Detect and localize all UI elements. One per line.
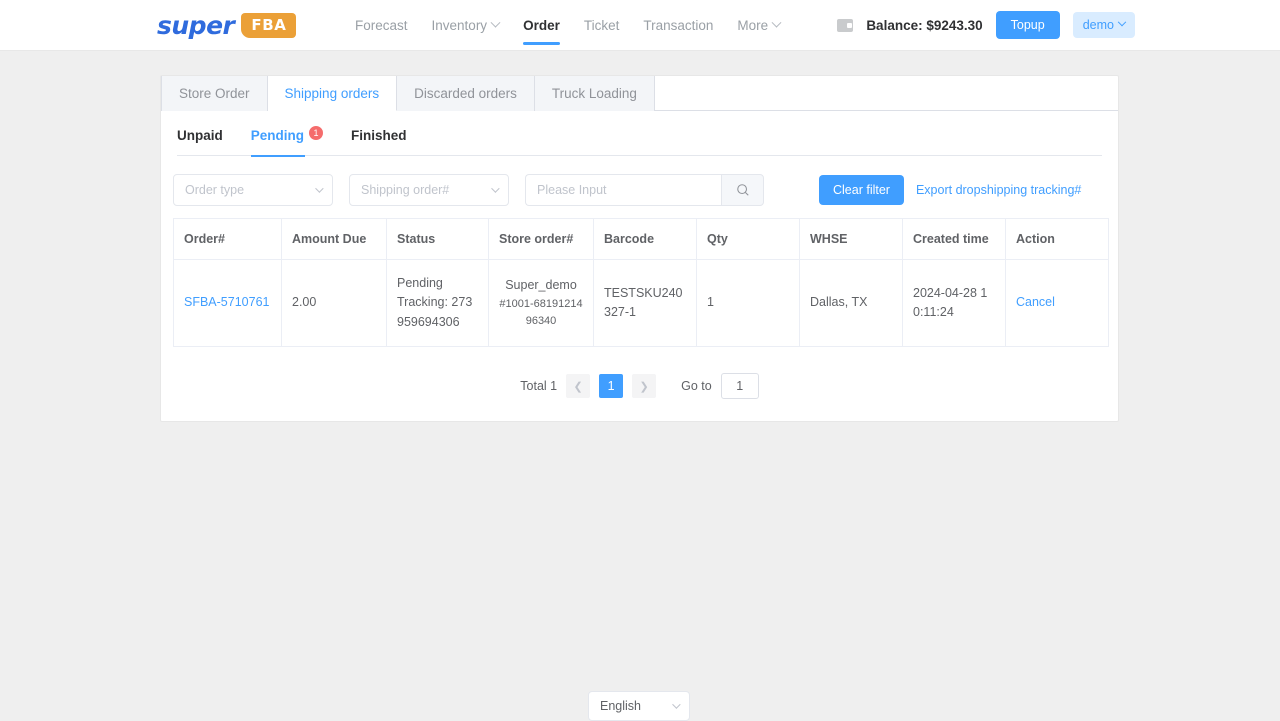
tab-truck-loading[interactable]: Truck Loading [534,76,655,111]
table-row: SFBA-5710761 2.00 Pending Tracking: 2739… [173,258,1109,348]
balance-amount: Balance: $9243.30 [866,17,983,33]
orders-table: Order# Amount Due Status Store order# Ba… [173,218,1109,348]
order-no-link[interactable]: SFBA-5710761 [184,295,269,309]
order-type-select[interactable]: Order type [173,174,333,206]
goto-page-input[interactable] [720,373,759,400]
tab-discarded-orders[interactable]: Discarded orders [397,76,535,111]
search-input[interactable] [525,174,721,206]
cell-store-order-no: Super_demo #1001-6819121496340 [488,258,594,348]
logo-wordmark: super [157,10,235,40]
col-order-no: Order# [173,218,282,260]
page-1-button[interactable]: 1 [599,374,624,399]
nav-item-more[interactable]: More [737,0,782,51]
orders-table-wrap: Order# Amount Due Status Store order# Ba… [161,218,1118,348]
language-value: English [600,699,641,713]
clear-filter-button[interactable]: Clear filter [819,175,904,205]
nav-item-forecast[interactable]: Forecast [355,0,408,51]
logo-badge-fba: FBA [241,12,297,38]
nav-label-inventory: Inventory [431,17,488,33]
search-group [525,174,764,206]
cell-qty: 1 [696,258,800,348]
status-text: Pending [397,276,443,290]
language-select[interactable]: English [588,691,690,721]
table-header-row: Order# Amount Due Status Store order# Ba… [173,218,1109,260]
orders-table-head: Order# Amount Due Status Store order# Ba… [173,218,1109,260]
filter-bar: Order type Shipping order# Clear filter … [161,156,1118,218]
store-order-no: #1001-6819121496340 [499,297,583,327]
col-amount-due: Amount Due [281,218,387,260]
cancel-order-link[interactable]: Cancel [1016,295,1055,309]
tab-shipping-orders[interactable]: Shipping orders [267,76,398,111]
order-tabs: Store Order Shipping orders Discarded or… [161,76,1118,111]
search-icon [736,184,749,196]
chevron-right-icon[interactable]: ❯ [632,374,657,399]
col-qty: Qty [696,218,800,260]
cell-whse: Dallas, TX [799,258,903,348]
main-nav: Forecast Inventory Order Ticket Transact… [355,0,782,51]
subtab-pending[interactable]: Pending 1 [250,125,323,157]
pagination-total: Total 1 [520,379,558,394]
cell-action: Cancel [1005,258,1109,348]
nav-item-inventory[interactable]: Inventory [431,0,501,51]
nav-item-order[interactable]: Order [523,0,560,51]
nav-item-ticket[interactable]: Ticket [584,0,620,51]
cell-barcode: TESTSKU240327-1 [593,258,697,348]
search-button[interactable] [721,174,764,206]
app-logo[interactable]: super FBA [157,10,297,40]
wallet-icon [837,18,854,32]
pending-count-badge: 1 [309,125,323,140]
col-barcode: Barcode [593,218,697,260]
col-whse: WHSE [799,218,903,260]
pagination: Total 1 ❮ 1 ❯ Go to [161,347,1118,421]
shipping-order-select[interactable]: Shipping order# [349,174,509,206]
chevron-left-icon[interactable]: ❮ [566,374,591,399]
nav-label-more: More [737,17,769,33]
cell-amount-due: 2.00 [281,258,387,348]
chevron-down-icon [491,184,500,193]
cell-created-time: 2024-04-28 10:11:24 [902,258,1006,348]
account-label: demo [1082,18,1114,32]
col-action: Action [1005,218,1109,260]
col-store-order-no: Store order# [488,218,594,260]
nav-label-ticket: Ticket [583,17,620,33]
chevron-down-icon [1117,17,1127,27]
chevron-down-icon [672,700,681,709]
order-type-placeholder: Order type [185,183,245,197]
cell-order-no: SFBA-5710761 [173,258,282,348]
nav-item-transaction[interactable]: Transaction [643,0,713,51]
chevron-down-icon [771,17,782,28]
header-actions: Balance: $9243.30 Topup demo [837,11,1135,39]
subtab-unpaid[interactable]: Unpaid [177,128,223,156]
export-dropshipping-link[interactable]: Export dropshipping tracking# [916,183,1081,197]
status-subtabs: Unpaid Pending 1 Finished [177,111,1102,157]
orders-card: Store Order Shipping orders Discarded or… [160,75,1119,423]
subtab-label-unpaid: Unpaid [177,127,223,143]
subtab-label-finished: Finished [351,127,407,143]
shipping-order-placeholder: Shipping order# [361,183,450,197]
nav-label-forecast: Forecast [355,17,408,33]
tab-store-order[interactable]: Store Order [161,76,268,111]
goto-label: Go to [681,379,712,394]
subtab-finished[interactable]: Finished [351,128,407,156]
tracking-text: Tracking: 273959694306 [397,295,473,329]
store-name: Super_demo [505,278,577,293]
cell-status: Pending Tracking: 273959694306 [386,258,489,348]
top-header: super FBA Forecast Inventory Order Ticke… [0,0,1280,51]
nav-label-order: Order [523,17,560,33]
col-created-time: Created time [902,218,1006,260]
chevron-down-icon [315,184,324,193]
orders-table-body: SFBA-5710761 2.00 Pending Tracking: 2739… [173,258,1109,348]
topup-button[interactable]: Topup [995,11,1060,39]
account-menu-button[interactable]: demo [1072,12,1135,38]
subtab-label-pending: Pending [250,127,304,143]
chevron-down-icon [490,17,501,28]
col-status: Status [386,218,489,260]
nav-label-transaction: Transaction [643,17,714,33]
